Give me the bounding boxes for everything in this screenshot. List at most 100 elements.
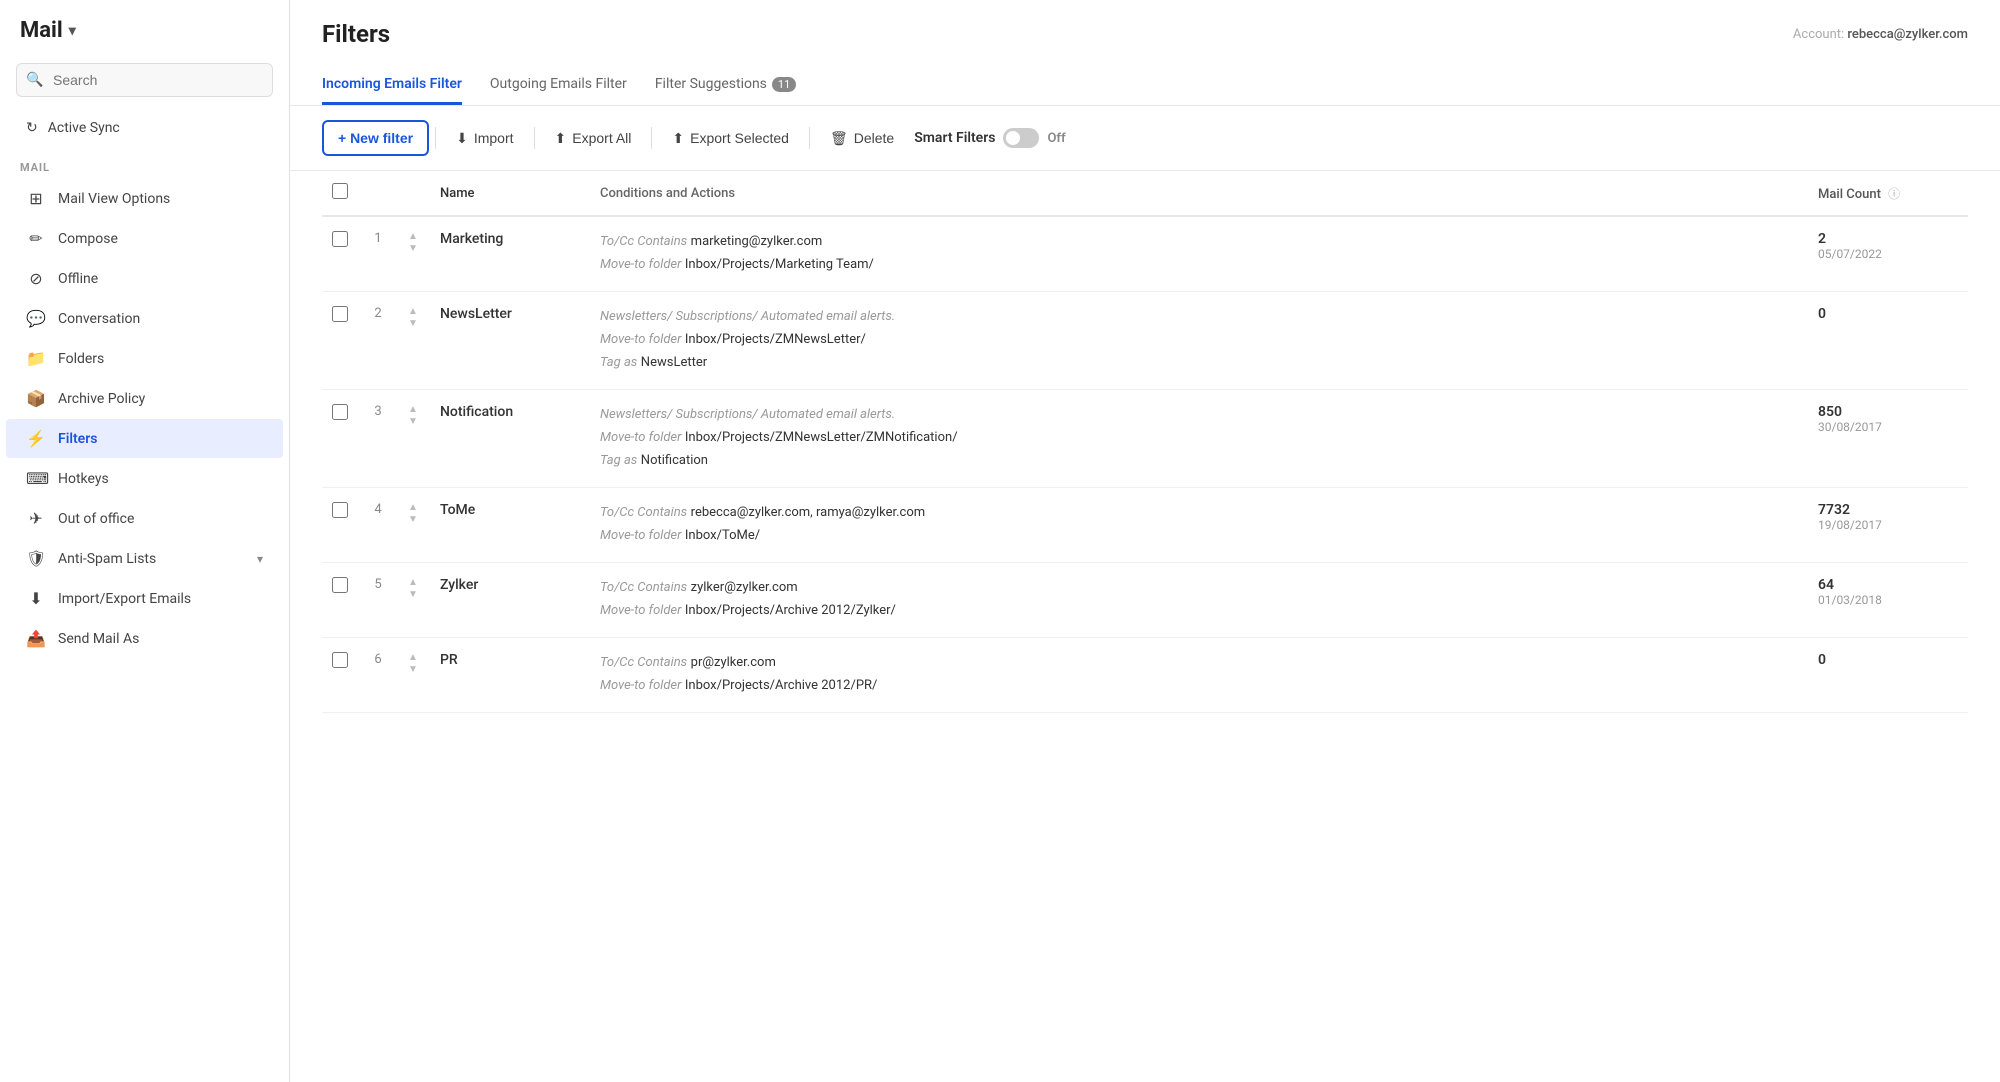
- condition-value: Inbox/ToMe/: [685, 528, 760, 543]
- chevron-down-icon: ▾: [257, 552, 263, 566]
- sidebar-item-label: Filters: [58, 431, 263, 447]
- row-checkbox[interactable]: [332, 577, 348, 593]
- sort-arrows[interactable]: ▲ ▼: [408, 231, 420, 254]
- condition-key: Tag as: [600, 355, 637, 370]
- sidebar-item-folders[interactable]: 📁 Folders: [6, 339, 283, 378]
- condition-key: Tag as: [600, 453, 637, 468]
- sidebar-item-label: Anti-Spam Lists: [58, 551, 245, 567]
- col-conditions-header: Conditions and Actions: [590, 171, 1808, 216]
- account-label: Account:: [1793, 27, 1844, 42]
- sidebar-item-label: Send Mail As: [58, 631, 263, 647]
- filter-mail-count: 85030/08/2017: [1808, 390, 1968, 488]
- import-button[interactable]: ⬇ Import: [442, 122, 527, 155]
- tab-outgoing[interactable]: Outgoing Emails Filter: [490, 66, 627, 105]
- export-all-button[interactable]: ⬆ Export All: [541, 122, 646, 155]
- condition-key: Move-to folder: [600, 603, 681, 618]
- condition-value: Inbox/Projects/ZMNewsLetter/ZMNotificati…: [685, 430, 958, 445]
- mail-count-date: 19/08/2017: [1818, 518, 1958, 532]
- row-checkbox[interactable]: [332, 404, 348, 420]
- filter-name: Zylker: [430, 563, 590, 638]
- send-icon: 📤: [26, 629, 46, 648]
- filters-tbody: 1 ▲ ▼ Marketing To/Cc Contains marketing…: [322, 216, 1968, 713]
- filter-mail-count: 773219/08/2017: [1808, 488, 1968, 563]
- sidebar-item-compose[interactable]: ✏ Compose: [6, 219, 283, 258]
- col-name-header: Name: [430, 171, 590, 216]
- new-filter-button[interactable]: + New filter: [322, 120, 429, 156]
- toolbar-divider-2: [534, 127, 535, 149]
- condition-key: Move-to folder: [600, 430, 681, 445]
- sidebar-item-filters[interactable]: ⚡ Filters: [6, 419, 283, 458]
- export-selected-icon: ⬆: [672, 130, 684, 147]
- sort-down-icon: ▼: [408, 664, 420, 675]
- row-checkbox[interactable]: [332, 231, 348, 247]
- sort-up-icon: ▲: [408, 577, 420, 588]
- sidebar-nav: ⊞ Mail View Options ✏ Compose ⊘ Offline …: [0, 178, 289, 659]
- sidebar-item-send-mail-as[interactable]: 📤 Send Mail As: [6, 619, 283, 658]
- filter-conditions: To/Cc Contains rebecca@zylker.com, ramya…: [590, 488, 1808, 563]
- import-label: Import: [474, 130, 514, 146]
- sort-arrows[interactable]: ▲ ▼: [408, 502, 420, 525]
- sidebar-title[interactable]: Mail ▾: [20, 18, 269, 43]
- delete-button[interactable]: 🗑 Delete: [816, 122, 908, 155]
- sort-arrows[interactable]: ▲ ▼: [408, 652, 420, 675]
- condition-key: To/Cc Contains: [600, 655, 687, 670]
- message-icon: 💬: [26, 309, 46, 328]
- filter-conditions: To/Cc Contains pr@zylker.comMove-to fold…: [590, 638, 1808, 713]
- search-input[interactable]: [16, 63, 273, 97]
- toggle-state-label: Off: [1047, 131, 1065, 146]
- smart-filters-toggle[interactable]: [1003, 128, 1039, 148]
- sort-up-icon: ▲: [408, 404, 420, 415]
- sidebar-item-offline[interactable]: ⊘ Offline: [6, 259, 283, 298]
- sidebar-item-archive-policy[interactable]: 📦 Archive Policy: [6, 379, 283, 418]
- mail-count-info-icon: ⓘ: [1888, 187, 1900, 201]
- filter-conditions: Newsletters/ Subscriptions/ Automated em…: [590, 292, 1808, 390]
- sync-icon: ↻: [26, 120, 38, 136]
- tab-suggestions[interactable]: Filter Suggestions11: [655, 66, 796, 105]
- sidebar-item-hotkeys[interactable]: ⌨ Hotkeys: [6, 459, 283, 498]
- import-icon: ⬇: [456, 130, 468, 147]
- sidebar-item-out-of-office[interactable]: ✈ Out of office: [6, 499, 283, 538]
- sidebar-item-label: Conversation: [58, 311, 263, 327]
- condition-value: Notification: [641, 453, 708, 468]
- filter-mail-count: 6401/03/2018: [1808, 563, 1968, 638]
- sidebar-item-anti-spam[interactable]: 🛡 Anti-Spam Lists ▾: [6, 539, 283, 578]
- mail-count-number: 850: [1818, 404, 1958, 420]
- sidebar-item-active-sync[interactable]: ↻ Active Sync: [6, 110, 283, 146]
- row-checkbox[interactable]: [332, 502, 348, 518]
- sort-down-icon: ▼: [408, 243, 420, 254]
- tab-bar: Incoming Emails Filter Outgoing Emails Fi…: [322, 66, 1968, 105]
- sidebar-item-import-export[interactable]: ⬇ Import/Export Emails: [6, 579, 283, 618]
- row-checkbox[interactable]: [332, 306, 348, 322]
- sort-arrows[interactable]: ▲ ▼: [408, 404, 420, 427]
- active-sync-label: Active Sync: [48, 120, 120, 136]
- tab-label: Incoming Emails Filter: [322, 76, 462, 92]
- table-row: 5 ▲ ▼ Zylker To/Cc Contains zylker@zylke…: [322, 563, 1968, 638]
- smart-filters-label: Smart Filters: [914, 130, 995, 146]
- toolbar-divider-3: [651, 127, 652, 149]
- row-number: 5: [358, 563, 398, 638]
- sidebar-item-conversation[interactable]: 💬 Conversation: [6, 299, 283, 338]
- sort-arrows[interactable]: ▲ ▼: [408, 306, 420, 329]
- sidebar-item-label: Compose: [58, 231, 263, 247]
- filter-mail-count: 0: [1808, 292, 1968, 390]
- sidebar-item-label: Out of office: [58, 511, 263, 527]
- filter-name: ToMe: [430, 488, 590, 563]
- export-selected-label: Export Selected: [690, 130, 789, 146]
- sort-down-icon: ▼: [408, 514, 420, 525]
- filter-icon: ⚡: [26, 429, 46, 448]
- page-title: Filters: [322, 20, 390, 48]
- row-checkbox[interactable]: [332, 652, 348, 668]
- tab-incoming[interactable]: Incoming Emails Filter: [322, 66, 462, 105]
- toolbar-divider-1: [435, 127, 436, 149]
- sort-arrows[interactable]: ▲ ▼: [408, 577, 420, 600]
- sidebar-header: Mail ▾: [0, 0, 289, 53]
- filter-mail-count: 205/07/2022: [1808, 216, 1968, 292]
- sidebar-item-label: Mail View Options: [58, 191, 263, 207]
- condition-key: Move-to folder: [600, 528, 681, 543]
- table-row: 1 ▲ ▼ Marketing To/Cc Contains marketing…: [322, 216, 1968, 292]
- export-selected-button[interactable]: ⬆ Export Selected: [658, 122, 803, 155]
- select-all-checkbox[interactable]: [332, 183, 348, 199]
- sidebar-item-mail-view-options[interactable]: ⊞ Mail View Options: [6, 179, 283, 218]
- sidebar-item-label: Folders: [58, 351, 263, 367]
- mail-count-date: 05/07/2022: [1818, 247, 1958, 261]
